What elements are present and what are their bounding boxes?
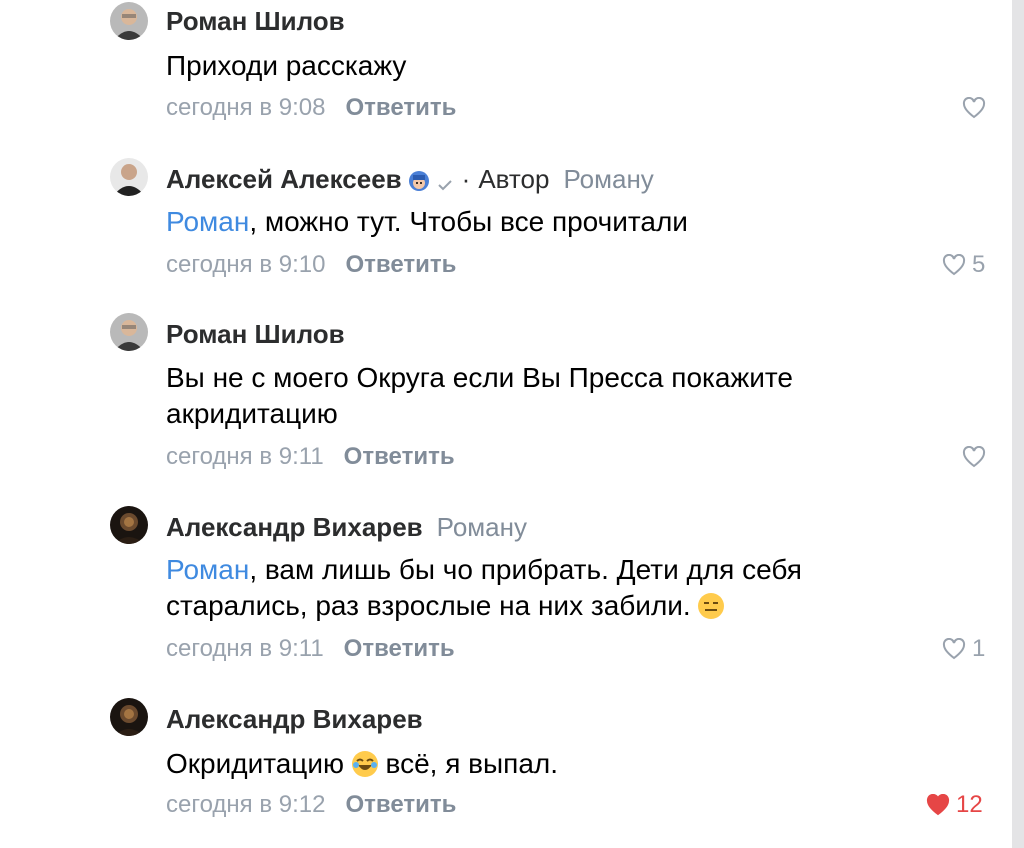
like-count: 5 [972, 251, 986, 278]
like-count: 12 [956, 791, 983, 818]
separator: · [461, 163, 471, 194]
scrollbar-track[interactable] [1012, 0, 1024, 848]
comment-text-line: , вам лишь бы чо прибрать. Дети для себя [249, 554, 802, 585]
heart-outline-icon [942, 254, 966, 276]
like-button[interactable]: 1 [942, 634, 985, 664]
comment-text-line: акридитацию [166, 398, 338, 429]
comment-text-part: Окридитацию [166, 748, 344, 779]
like-button[interactable] [962, 93, 986, 123]
comment-text: Приходи расскажу [166, 50, 407, 81]
author-name[interactable]: Александр Вихарев [166, 704, 423, 735]
like-count: 1 [972, 635, 986, 662]
emoji-laughing-icon [351, 751, 378, 777]
reply-button[interactable]: Ответить [345, 791, 456, 819]
author-name[interactable]: Алексей Алексеев [166, 164, 402, 195]
heart-outline-icon [942, 638, 966, 660]
comments-panel: Роман Шилов Приходи расскажу сегодня в 9… [0, 0, 1012, 848]
comment-meta: сегодня в 9:11 Ответить [166, 634, 455, 664]
comment-meta: сегодня в 9:11 Ответить [166, 442, 455, 472]
comment-header: Алексей Алексеев · Автор Роману [166, 162, 654, 196]
heart-outline-icon [962, 446, 986, 468]
comment-meta: сегодня в 9:12 Ответить [166, 790, 456, 820]
comment-header: Александр Вихарев Роману [166, 510, 527, 544]
like-button[interactable]: 12 [926, 790, 983, 820]
reply-to[interactable]: Роману [563, 164, 653, 195]
reply-button[interactable]: Ответить [345, 251, 456, 279]
comment-text: Вы не с моего Округа если Вы Пресса пока… [166, 360, 886, 432]
author-name[interactable]: Роман Шилов [166, 319, 345, 350]
verified-icon [436, 170, 454, 191]
comment-text-line: старались, раз взрослые на них забили. [166, 590, 691, 621]
reply-button[interactable]: Ответить [344, 635, 455, 663]
like-button[interactable] [962, 442, 986, 472]
comment-text: Окридитацию всё, я выпал. [166, 746, 886, 782]
reply-button[interactable]: Ответить [344, 443, 455, 471]
comment-text: Роман, можно тут. Чтобы все прочитали [166, 204, 886, 240]
comment-meta: сегодня в 9:10 Ответить [166, 250, 456, 280]
author-tag: Автор [478, 163, 550, 194]
mention-link[interactable]: Роман [166, 554, 249, 585]
avatar[interactable] [110, 313, 148, 351]
comment-text: Роман, вам лишь бы чо прибрать. Дети для… [166, 552, 886, 624]
comment-header: Роман Шилов [166, 4, 345, 38]
author-name[interactable]: Роман Шилов [166, 6, 345, 37]
timestamp[interactable]: сегодня в 9:08 [166, 94, 325, 122]
like-button[interactable]: 5 [942, 250, 985, 280]
heart-filled-icon [926, 794, 950, 816]
comment-text-part: всё, я выпал. [385, 748, 559, 779]
heart-outline-icon [962, 97, 986, 119]
author-name[interactable]: Александр Вихарев [166, 512, 423, 543]
comment-header: Александр Вихарев [166, 702, 423, 736]
timestamp[interactable]: сегодня в 9:12 [166, 791, 325, 819]
timestamp[interactable]: сегодня в 9:10 [166, 251, 325, 279]
avatar[interactable] [110, 506, 148, 544]
reply-button[interactable]: Ответить [345, 94, 456, 122]
timestamp[interactable]: сегодня в 9:11 [166, 443, 324, 471]
comment-text-line: Вы не с моего Округа если Вы Пресса пока… [166, 362, 793, 393]
emoji-badge-icon [408, 168, 430, 191]
timestamp[interactable]: сегодня в 9:11 [166, 635, 324, 663]
comment-meta: сегодня в 9:08 Ответить [166, 93, 456, 123]
comment-header: Роман Шилов [166, 317, 345, 351]
comment-text-body: , можно тут. Чтобы все прочитали [249, 206, 688, 237]
emoji-expressionless-icon [698, 593, 725, 619]
reply-to[interactable]: Роману [437, 512, 527, 543]
avatar[interactable] [110, 158, 148, 196]
avatar[interactable] [110, 698, 148, 736]
mention-link[interactable]: Роман [166, 206, 249, 237]
avatar[interactable] [110, 2, 148, 40]
